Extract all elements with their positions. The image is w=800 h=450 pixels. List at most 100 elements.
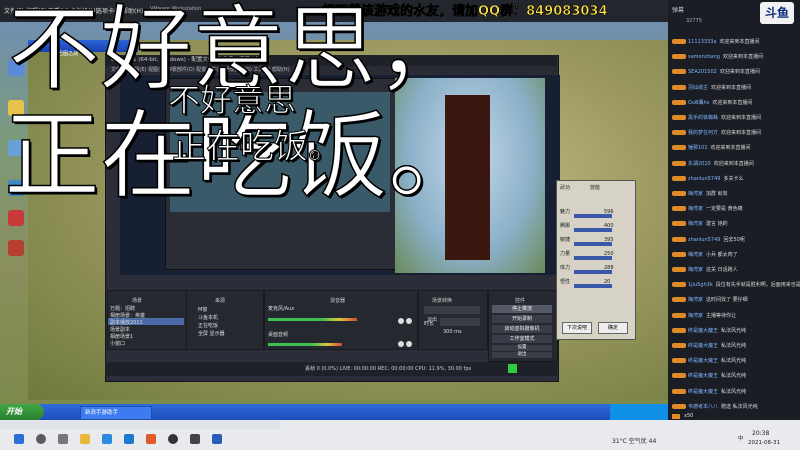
clock-date[interactable]: 2021-08-31 [748, 440, 780, 446]
start-record-button[interactable]: 开始录制 [492, 315, 552, 323]
vmware-icon[interactable] [190, 434, 200, 444]
chat-username[interactable]: 终是魔大魔王 [688, 373, 718, 379]
scene-item[interactable]: 相册场景1 [110, 333, 133, 340]
chat-username[interactable]: zhanlun5749 [688, 237, 720, 243]
chat-text: 私法风光纯 [721, 327, 747, 334]
fan-badge-icon [672, 327, 686, 333]
studio-mode-button[interactable]: 工作室模式 [492, 335, 552, 343]
chat-username[interactable]: 梅湾家 [688, 221, 703, 227]
chat-message: 1jiu5gh3k段位有先手就是胜利啊，后面用来也是保持收割 [672, 281, 800, 288]
volume-icon[interactable] [398, 341, 404, 347]
edge-icon[interactable] [102, 434, 112, 444]
fan-badge-icon [672, 312, 686, 318]
exit-button[interactable]: 退出 [492, 352, 552, 358]
chat-username[interactable]: 终是魔大魔王 [688, 389, 718, 395]
virtual-camera-button[interactable]: 启动虚拟摄像机 [492, 325, 552, 333]
ime-indicator[interactable]: 中 [738, 434, 744, 442]
chat-username[interactable]: 梅湾家 [688, 267, 703, 273]
mixer-track-name: 麦克风/Aux [268, 306, 295, 312]
chat-username[interactable]: 11113333a [688, 39, 717, 45]
chat-message: 梅湾家 建言 她的 [672, 220, 728, 227]
chat-username[interactable]: 东湖2010 [688, 161, 711, 167]
store-icon[interactable] [124, 434, 134, 444]
weather-text[interactable]: 31°C 空气优 44 [612, 436, 656, 445]
chat-text: 加群 就有 [706, 191, 728, 197]
chat-username[interactable]: 梅湾家 [688, 252, 703, 258]
gear-icon[interactable] [406, 318, 412, 324]
xp-start-button[interactable]: 开始 [0, 404, 44, 420]
scene-item[interactable]: 万题：招聘 [110, 305, 135, 312]
stat-label: 敏捷 [560, 237, 571, 243]
chat-username[interactable]: 终是魔大魔王 [688, 328, 718, 334]
chat-message: 梅湾家 加群 就有 [672, 190, 728, 197]
stat-label: 魅力 [560, 209, 571, 215]
chat-username[interactable]: 终是魔大魔王 [688, 358, 718, 364]
game-icon-2[interactable] [8, 240, 24, 256]
chat-message: 梅湾家 这时间找了 要仔细 [672, 296, 748, 303]
chat-text: 主播等待你让 [706, 312, 737, 319]
transition-select[interactable]: 淡出 [424, 306, 480, 323]
chat-username[interactable]: 梅湾家 [688, 313, 703, 319]
xp-tray [610, 404, 668, 420]
xp-task-button[interactable]: 新浪手游助手 [80, 406, 152, 420]
fan-badge-icon [672, 221, 686, 227]
chat-username[interactable]: 羽仙城主 [688, 85, 708, 91]
source-item[interactable]: 斗鱼本机 [198, 314, 218, 321]
chat-text: 小兵 都太肉了 [706, 251, 738, 258]
chat-username[interactable]: SEA201502 [688, 69, 717, 75]
chat-username[interactable]: 梅湾家 [688, 297, 703, 303]
stat-tab[interactable]: 技能 [590, 184, 600, 191]
stat-value: 395 [604, 237, 614, 243]
gear-icon[interactable] [406, 341, 412, 347]
chat-username[interactable]: 韦德考本八八 [688, 404, 718, 410]
chat-username[interactable]: 黑手的铁蜘蛛 [688, 115, 718, 121]
scene-item[interactable]: 场景副本 [110, 326, 130, 333]
chat-text: 欢迎来到本直播间 [719, 69, 760, 76]
fan-badge-icon [672, 206, 686, 212]
chat-username[interactable]: zhanlun5749 [688, 176, 720, 182]
scenes-header: 场景 [132, 298, 143, 304]
volume-icon[interactable] [398, 318, 404, 324]
confirm-button[interactable]: 确定 [598, 322, 628, 334]
office-icon[interactable] [146, 434, 156, 444]
scene-item[interactable]: 小窗口 [110, 340, 125, 347]
obs-icon[interactable] [168, 434, 178, 444]
fan-badge-icon [672, 343, 686, 348]
transitions-header: 场景转换 [432, 298, 453, 304]
file-explorer-icon[interactable] [80, 434, 90, 444]
chat-message: 终是魔大魔王 私法风光纯 [672, 388, 746, 395]
chat-username[interactable]: samonzhang [688, 54, 720, 60]
word-icon[interactable] [212, 434, 222, 444]
later-button[interactable]: 下次说吧 [562, 322, 592, 334]
chat-text: 这关 日话跑人 [706, 267, 738, 273]
chat-username[interactable]: 终是魔大魔王 [688, 343, 718, 349]
chat-username[interactable]: 1jiu5gh3k [688, 282, 713, 288]
stat-label: 体力 [560, 265, 571, 271]
chat-message: 锤那101 欢迎来到本直播间 [672, 144, 751, 151]
chat-message: 终是魔大魔王 私法风光纯 [672, 357, 746, 364]
chat-username[interactable]: 梅湾家 [688, 206, 703, 212]
windows-start-icon[interactable] [14, 434, 24, 444]
chat-username[interactable]: OuB鹰hs [688, 100, 709, 106]
fan-badge-icon [672, 160, 686, 166]
chat-message: 羽仙城主 欢迎来到本直播间 [672, 84, 751, 91]
chat-username[interactable]: 锤那101 [688, 145, 708, 151]
task-view-icon[interactable] [58, 434, 68, 444]
game-icon[interactable] [8, 210, 24, 226]
search-icon[interactable] [36, 434, 46, 444]
settings-button[interactable]: 设置 [492, 345, 552, 351]
clock-time[interactable]: 20:38 [752, 430, 769, 437]
scene-item[interactable]: 副本播放2011 [110, 319, 143, 326]
chat-message: SEA201502 欢迎来到本直播间 [672, 68, 760, 75]
chat-message: 我的梦在何方 欢迎来到本直播间 [672, 129, 761, 136]
chat-username[interactable]: 梅湾家 [688, 191, 703, 197]
source-item[interactable]: 正在吃饭 [198, 322, 218, 329]
duration-input[interactable]: 300 ms [440, 318, 480, 335]
stat-tab[interactable]: 武功 [560, 184, 570, 191]
source-item[interactable]: 全屏 显示器 [198, 330, 225, 337]
gift-icon[interactable] [672, 414, 680, 419]
source-item[interactable]: M窗 [198, 306, 207, 313]
stop-stream-button[interactable]: 停止推流 [492, 305, 552, 313]
fan-badge-icon [672, 388, 686, 394]
chat-username[interactable]: 我的梦在何方 [688, 130, 718, 136]
